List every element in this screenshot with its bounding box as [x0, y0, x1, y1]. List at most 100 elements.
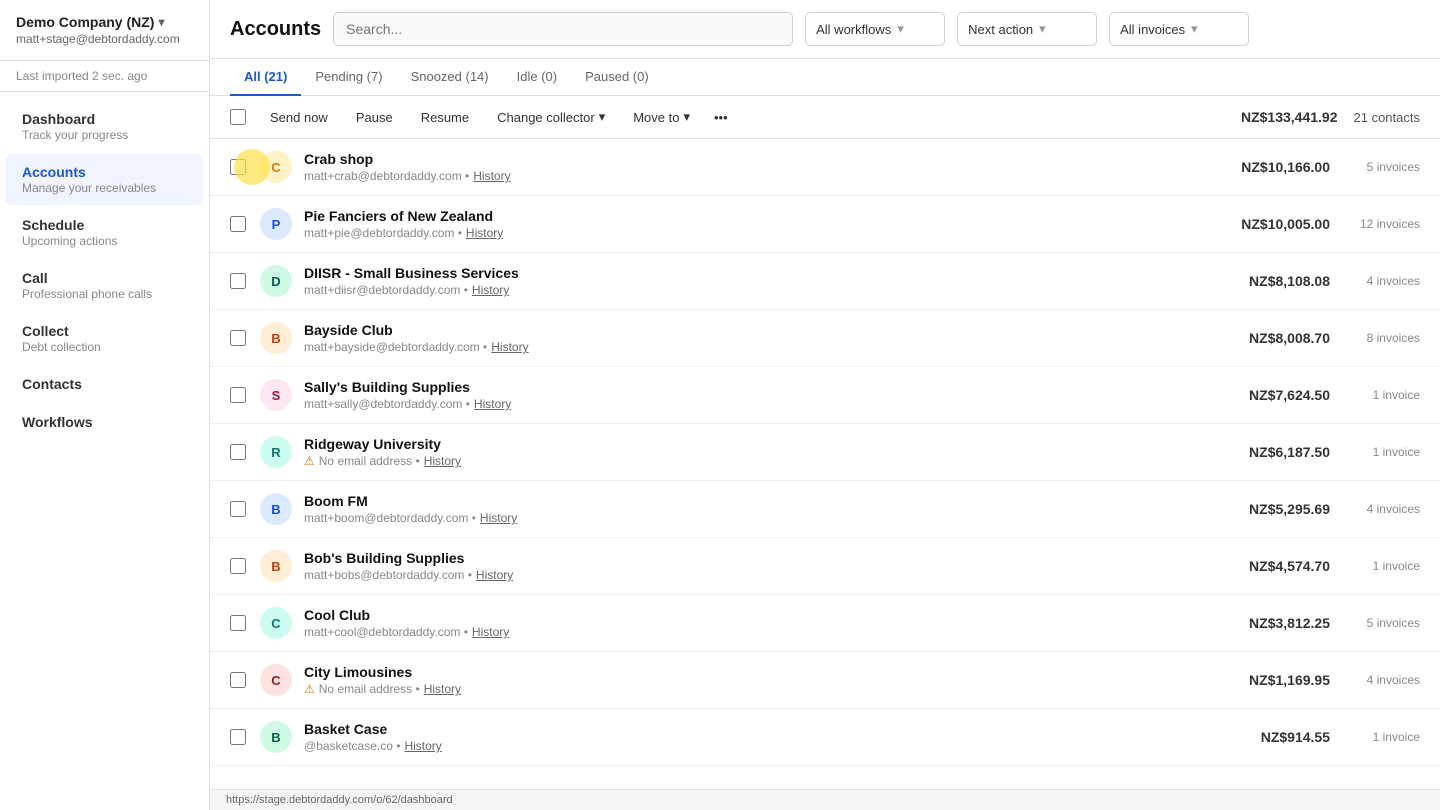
- account-name: Crab shop: [304, 151, 1220, 167]
- tab-snoozed[interactable]: Snoozed (14): [397, 59, 503, 96]
- row-checkbox[interactable]: [230, 273, 246, 289]
- account-info: Ridgeway University ⚠ No email address •…: [304, 436, 1220, 468]
- select-all-checkbox[interactable]: [230, 109, 246, 125]
- company-name: Demo Company (NZ) ▾: [16, 14, 193, 30]
- workflows-filter[interactable]: All workflows ▾: [805, 12, 945, 46]
- account-name: Bayside Club: [304, 322, 1220, 338]
- avatar: B: [260, 493, 292, 525]
- row-checkbox[interactable]: [230, 387, 246, 403]
- account-amount: NZ$10,166.00: [1220, 159, 1330, 175]
- table-row[interactable]: B Basket Case @basketcase.co • History N…: [210, 709, 1440, 766]
- table-row[interactable]: C Crab shop matt+crab@debtordaddy.com • …: [210, 139, 1440, 196]
- table-row[interactable]: B Bob's Building Supplies matt+bobs@debt…: [210, 538, 1440, 595]
- history-link[interactable]: History: [476, 568, 513, 582]
- history-link[interactable]: History: [404, 739, 441, 753]
- invoices-filter[interactable]: All invoices ▾: [1109, 12, 1249, 46]
- row-checkbox[interactable]: [230, 615, 246, 631]
- table-row[interactable]: B Boom FM matt+boom@debtordaddy.com • Hi…: [210, 481, 1440, 538]
- account-amount: NZ$1,169.95: [1220, 672, 1330, 688]
- next-action-filter[interactable]: Next action ▾: [957, 12, 1097, 46]
- account-invoices: 5 invoices: [1350, 616, 1420, 630]
- nav-item-sub-accounts: Manage your receivables: [22, 181, 187, 195]
- import-status: Last imported 2 sec. ago: [0, 61, 209, 92]
- avatar: C: [260, 664, 292, 696]
- row-checkbox[interactable]: [230, 216, 246, 232]
- pause-button[interactable]: Pause: [344, 105, 405, 130]
- account-amount: NZ$7,624.50: [1220, 387, 1330, 403]
- resume-button[interactable]: Resume: [409, 105, 481, 130]
- table-row[interactable]: P Pie Fanciers of New Zealand matt+pie@d…: [210, 196, 1440, 253]
- history-link[interactable]: History: [424, 682, 461, 696]
- company-selector[interactable]: Demo Company (NZ) ▾ matt+stage@debtordad…: [0, 0, 209, 61]
- history-link[interactable]: History: [472, 625, 509, 639]
- account-name: Ridgeway University: [304, 436, 1220, 452]
- sidebar-item-schedule[interactable]: Schedule Upcoming actions: [6, 207, 203, 258]
- nav-item-sub-collect: Debt collection: [22, 340, 187, 354]
- history-link[interactable]: History: [466, 226, 503, 240]
- row-checkbox[interactable]: [230, 159, 246, 175]
- avatar: D: [260, 265, 292, 297]
- account-right: NZ$5,295.69 4 invoices: [1220, 501, 1420, 517]
- company-chevron-icon: ▾: [158, 15, 164, 29]
- row-checkbox[interactable]: [230, 330, 246, 346]
- history-link[interactable]: History: [424, 454, 461, 468]
- row-checkbox[interactable]: [230, 501, 246, 517]
- history-link[interactable]: History: [473, 169, 510, 183]
- row-checkbox[interactable]: [230, 444, 246, 460]
- history-link[interactable]: History: [491, 340, 528, 354]
- table-row[interactable]: B Bayside Club matt+bayside@debtordaddy.…: [210, 310, 1440, 367]
- account-info: Bayside Club matt+bayside@debtordaddy.co…: [304, 322, 1220, 354]
- move-to-button[interactable]: Move to ▾: [621, 104, 702, 130]
- tab-idle[interactable]: Idle (0): [503, 59, 571, 96]
- account-name: City Limousines: [304, 664, 1220, 680]
- avatar: C: [260, 151, 292, 183]
- account-info: Basket Case @basketcase.co • History: [304, 721, 1220, 753]
- next-action-filter-chevron-icon: ▾: [1039, 21, 1046, 37]
- account-invoices: 12 invoices: [1350, 217, 1420, 231]
- account-amount: NZ$6,187.50: [1220, 444, 1330, 460]
- change-collector-button[interactable]: Change collector ▾: [485, 104, 617, 130]
- sidebar-item-call[interactable]: Call Professional phone calls: [6, 260, 203, 311]
- row-checkbox[interactable]: [230, 729, 246, 745]
- account-amount: NZ$4,574.70: [1220, 558, 1330, 574]
- account-amount: NZ$8,108.08: [1220, 273, 1330, 289]
- warning-icon: ⚠: [304, 454, 315, 468]
- account-info: Sally's Building Supplies matt+sally@deb…: [304, 379, 1220, 411]
- workflows-filter-chevron-icon: ▾: [897, 21, 904, 37]
- account-email: matt+cool@debtordaddy.com • History: [304, 625, 1220, 639]
- table-row[interactable]: R Ridgeway University ⚠ No email address…: [210, 424, 1440, 481]
- row-checkbox[interactable]: [230, 558, 246, 574]
- sidebar-item-collect[interactable]: Collect Debt collection: [6, 313, 203, 364]
- account-right: NZ$914.55 1 invoice: [1220, 729, 1420, 745]
- table-row[interactable]: C City Limousines ⚠ No email address • H…: [210, 652, 1440, 709]
- table-row[interactable]: D DIISR - Small Business Services matt+d…: [210, 253, 1440, 310]
- send-now-button[interactable]: Send now: [258, 105, 340, 130]
- table-row[interactable]: C Cool Club matt+cool@debtordaddy.com • …: [210, 595, 1440, 652]
- account-info: Boom FM matt+boom@debtordaddy.com • Hist…: [304, 493, 1220, 525]
- tab-all[interactable]: All (21): [230, 59, 301, 96]
- sidebar-item-contacts[interactable]: Contacts: [6, 366, 203, 402]
- avatar: B: [260, 322, 292, 354]
- account-invoices: 5 invoices: [1350, 160, 1420, 174]
- sidebar-item-accounts[interactable]: Accounts Manage your receivables: [6, 154, 203, 205]
- tab-paused[interactable]: Paused (0): [571, 59, 663, 96]
- table-row[interactable]: S Sally's Building Supplies matt+sally@d…: [210, 367, 1440, 424]
- toolbar: Send now Pause Resume Change collector ▾…: [210, 96, 1440, 139]
- nav-item-title-dashboard: Dashboard: [22, 111, 187, 127]
- history-link[interactable]: History: [474, 397, 511, 411]
- account-name: Bob's Building Supplies: [304, 550, 1220, 566]
- history-link[interactable]: History: [472, 283, 509, 297]
- history-link[interactable]: History: [480, 511, 517, 525]
- more-actions-button[interactable]: •••: [706, 105, 736, 130]
- account-name: Pie Fanciers of New Zealand: [304, 208, 1220, 224]
- account-info: Cool Club matt+cool@debtordaddy.com • Hi…: [304, 607, 1220, 639]
- row-checkbox[interactable]: [230, 672, 246, 688]
- sidebar-item-dashboard[interactable]: Dashboard Track your progress: [6, 101, 203, 152]
- search-input[interactable]: [333, 12, 793, 46]
- tab-pending[interactable]: Pending (7): [301, 59, 396, 96]
- account-amount: NZ$5,295.69: [1220, 501, 1330, 517]
- invoices-filter-chevron-icon: ▾: [1191, 21, 1198, 37]
- account-name: Boom FM: [304, 493, 1220, 509]
- account-name: Sally's Building Supplies: [304, 379, 1220, 395]
- sidebar-item-workflows[interactable]: Workflows: [6, 404, 203, 440]
